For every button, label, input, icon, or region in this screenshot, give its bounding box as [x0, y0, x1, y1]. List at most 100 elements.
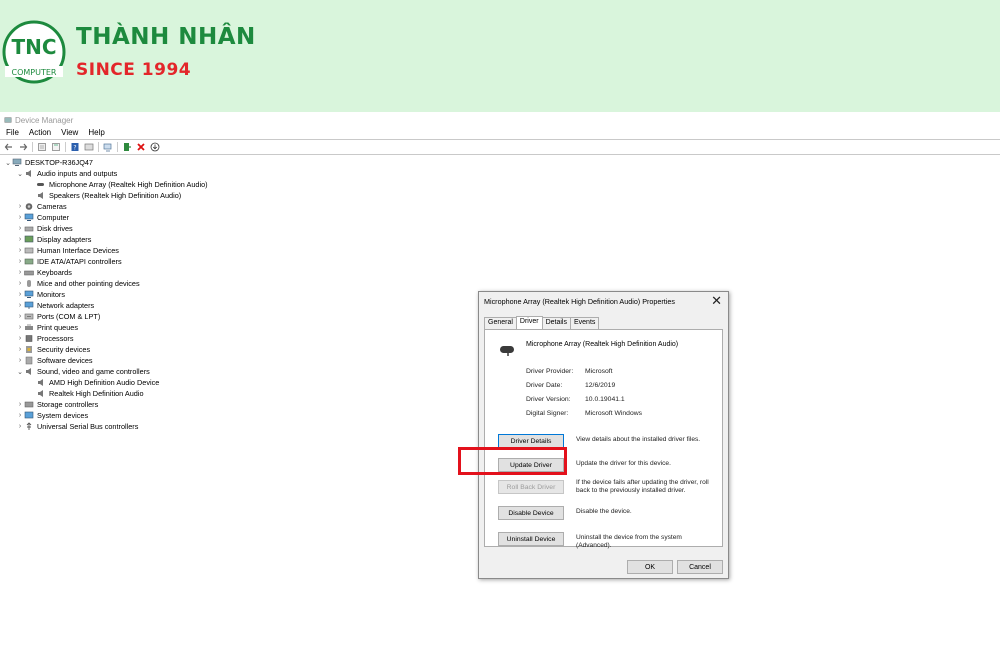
tree-device[interactable]: Speakers (Realtek High Definition Audio)	[36, 190, 181, 201]
update-driver-icon[interactable]	[121, 142, 132, 153]
tree-device-label: Speakers (Realtek High Definition Audio)	[49, 191, 182, 200]
tree-category-label: Human Interface Devices	[37, 246, 119, 255]
chevron-right-icon[interactable]: ›	[16, 214, 24, 221]
driver-date-value: 12/6/2019	[585, 382, 616, 389]
properties-dialog: Microphone Array (Realtek High Definitio…	[478, 291, 729, 579]
uninstall-device-button[interactable]: Uninstall Device	[498, 532, 564, 546]
tree-category[interactable]: › Security devices	[16, 344, 90, 355]
forward-icon[interactable]	[17, 142, 28, 153]
chevron-right-icon[interactable]: ›	[16, 280, 24, 287]
close-icon[interactable]: ✕	[711, 293, 722, 309]
tree-device[interactable]: Realtek High Definition Audio	[36, 388, 144, 399]
menu-file[interactable]: File	[6, 128, 19, 137]
tree-category[interactable]: › Print queues	[16, 322, 78, 333]
digital-signer-value: Microsoft Windows	[585, 410, 643, 417]
dialog-title: Microphone Array (Realtek High Definitio…	[484, 297, 675, 306]
tree-category[interactable]: › Universal Serial Bus controllers	[16, 421, 139, 432]
system-device-icon	[24, 411, 34, 420]
view-icon[interactable]	[83, 142, 94, 153]
help-icon[interactable]: ?	[69, 142, 80, 153]
tree-category[interactable]: › Human Interface Devices	[16, 245, 119, 256]
ok-button[interactable]: OK	[627, 560, 673, 574]
svg-text:TNC: TNC	[11, 35, 56, 59]
cancel-button[interactable]: Cancel	[677, 560, 723, 574]
tree-category[interactable]: › Display adapters	[16, 234, 92, 245]
chevron-right-icon[interactable]: ›	[16, 346, 24, 353]
window-titlebar: Device Manager	[4, 114, 73, 126]
tree-category[interactable]: › Computer	[16, 212, 69, 223]
tree-category[interactable]: › Cameras	[16, 201, 67, 212]
roll-back-driver-button[interactable]: Roll Back Driver	[498, 480, 564, 494]
scan-hardware-icon[interactable]	[102, 142, 113, 153]
menu-action[interactable]: Action	[29, 128, 51, 137]
chevron-right-icon[interactable]: ›	[16, 302, 24, 309]
brand-banner: TNC COMPUTER THÀNH NHÂN SINCE 1994	[0, 0, 1000, 112]
driver-details-button[interactable]: Driver Details	[498, 434, 564, 448]
chevron-right-icon[interactable]: ›	[16, 357, 24, 364]
tree-category[interactable]: › Network adapters	[16, 300, 94, 311]
uninstall-icon[interactable]	[135, 142, 146, 153]
tree-category[interactable]: › Storage controllers	[16, 399, 98, 410]
chevron-right-icon[interactable]: ›	[16, 412, 24, 419]
tree-category[interactable]: ⌄ Audio inputs and outputs	[16, 168, 117, 179]
tree-category-label: Keyboards	[37, 268, 72, 277]
chevron-down-icon[interactable]: ⌄	[4, 159, 12, 167]
toolbar: ?	[0, 139, 1000, 155]
brand-since: SINCE 1994	[76, 60, 192, 80]
chevron-right-icon[interactable]: ›	[16, 291, 24, 298]
menu-view[interactable]: View	[61, 128, 78, 137]
tree-category[interactable]: › Disk drives	[16, 223, 73, 234]
storage-controller-icon	[24, 400, 34, 409]
processor-icon	[24, 334, 34, 343]
chevron-down-icon[interactable]: ⌄	[16, 368, 24, 376]
driver-provider-label: Driver Provider:	[526, 368, 574, 375]
chevron-right-icon[interactable]: ›	[16, 423, 24, 430]
chevron-right-icon[interactable]: ›	[16, 258, 24, 265]
speaker-icon	[36, 378, 46, 387]
chevron-down-icon[interactable]: ⌄	[16, 170, 24, 178]
toolbar-divider	[65, 142, 66, 152]
dialog-tabs: General Driver Details Events	[484, 316, 600, 330]
menu-help[interactable]: Help	[88, 128, 104, 137]
tree-device[interactable]: AMD High Definition Audio Device	[36, 377, 159, 388]
show-hidden-icon[interactable]	[50, 142, 61, 153]
tree-root[interactable]: ⌄ DESKTOP-R36JQ47	[4, 157, 93, 168]
tree-root-label: DESKTOP-R36JQ47	[25, 158, 93, 167]
disable-device-button[interactable]: Disable Device	[498, 506, 564, 520]
tree-category[interactable]: › Keyboards	[16, 267, 72, 278]
roll-back-driver-desc: If the device fails after updating the d…	[576, 479, 709, 494]
chevron-right-icon[interactable]: ›	[16, 247, 24, 254]
port-icon	[24, 312, 34, 321]
chevron-right-icon[interactable]: ›	[16, 313, 24, 320]
camera-icon	[24, 202, 34, 211]
tab-driver[interactable]: Driver	[515, 316, 543, 330]
chevron-right-icon[interactable]: ›	[16, 203, 24, 210]
driver-version-value: 10.0.19041.1	[585, 396, 625, 403]
device-manager-icon	[4, 117, 12, 123]
tree-category-label: Mice and other pointing devices	[37, 279, 140, 288]
tree-category-label: Network adapters	[37, 301, 95, 310]
tree-category[interactable]: › Software devices	[16, 355, 93, 366]
chevron-right-icon[interactable]: ›	[16, 236, 24, 243]
chevron-right-icon[interactable]: ›	[16, 225, 24, 232]
tree-category-label: Storage controllers	[37, 400, 99, 409]
chevron-right-icon[interactable]: ›	[16, 269, 24, 276]
driver-details-desc: View details about the installed driver …	[576, 436, 701, 443]
tree-category[interactable]: › Processors	[16, 333, 74, 344]
tree-category[interactable]: › IDE ATA/ATAPI controllers	[16, 256, 122, 267]
tree-category[interactable]: › Mice and other pointing devices	[16, 278, 140, 289]
tree-category[interactable]: › Monitors	[16, 289, 65, 300]
tree-category[interactable]: › Ports (COM & LPT)	[16, 311, 100, 322]
properties-icon[interactable]	[36, 142, 47, 153]
tree-device[interactable]: Microphone Array (Realtek High Definitio…	[36, 179, 208, 190]
tree-category[interactable]: ⌄ Sound, video and game controllers	[16, 366, 150, 377]
tree-category[interactable]: › System devices	[16, 410, 88, 421]
download-icon[interactable]	[149, 142, 160, 153]
chevron-right-icon[interactable]: ›	[16, 401, 24, 408]
tree-category-label: Security devices	[37, 345, 91, 354]
back-icon[interactable]	[3, 142, 14, 153]
chevron-right-icon[interactable]: ›	[16, 324, 24, 331]
tree-category-label: Disk drives	[37, 224, 73, 233]
chevron-right-icon[interactable]: ›	[16, 335, 24, 342]
tree-category-label: Display adapters	[37, 235, 92, 244]
